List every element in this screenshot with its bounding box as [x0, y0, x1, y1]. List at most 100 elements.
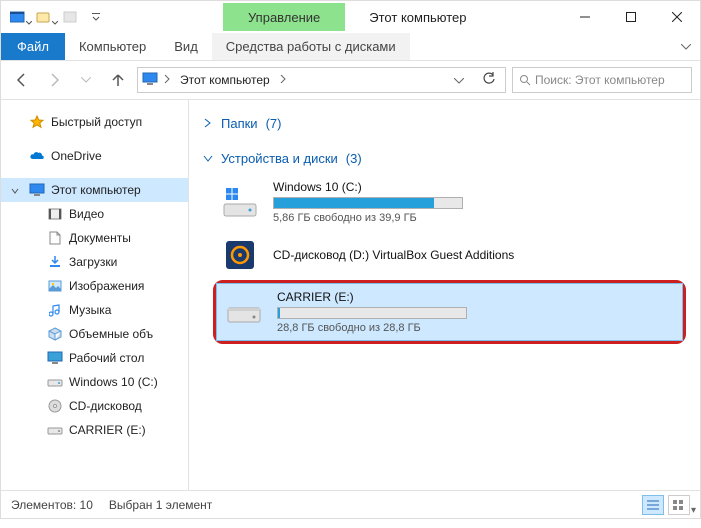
- chevron-down-icon: [52, 14, 58, 28]
- refresh-button[interactable]: [477, 72, 501, 89]
- monitor-icon: [29, 182, 45, 198]
- content-pane: Папки (7) Устройства и диски (3) Windows…: [189, 100, 700, 490]
- tab-disk-tools[interactable]: Средства работы с дисками: [212, 33, 410, 60]
- nav-drive-c[interactable]: Windows 10 (C:): [1, 370, 188, 394]
- tab-computer[interactable]: Компьютер: [65, 33, 160, 60]
- nav-downloads[interactable]: Загрузки: [1, 250, 188, 274]
- nav-onedrive[interactable]: OneDrive: [1, 144, 188, 168]
- nav-label: Этот компьютер: [51, 183, 141, 197]
- disc-icon: [47, 398, 63, 414]
- drive-name: Windows 10 (C:): [273, 180, 678, 194]
- qat-dropdown-icon[interactable]: [87, 8, 105, 26]
- drive-item-d[interactable]: CD-дисковод (D:) VirtualBox Guest Additi…: [213, 230, 686, 280]
- drive-icon: [47, 422, 63, 438]
- tab-view[interactable]: Вид: [160, 33, 212, 60]
- breadcrumb-this-pc[interactable]: Этот компьютер: [176, 71, 274, 89]
- drive-free-text: 28,8 ГБ свободно из 28,8 ГБ: [277, 322, 674, 334]
- new-folder-icon[interactable]: [35, 8, 53, 26]
- cube-icon: [47, 326, 63, 342]
- view-icons-button[interactable]: [668, 495, 690, 515]
- group-devices-label: Устройства и диски: [221, 151, 338, 166]
- forward-button[interactable]: [41, 67, 67, 93]
- navigation-pane: Быстрый доступ OneDrive Этот компьютер В…: [1, 100, 189, 490]
- chevron-down-icon: [26, 14, 32, 28]
- highlight-annotation: CARRIER (E:) 28,8 ГБ свободно из 28,8 ГБ: [213, 280, 686, 344]
- nav-label: Рабочий стол: [69, 351, 144, 365]
- drive-item-c[interactable]: Windows 10 (C:) 5,86 ГБ свободно из 39,9…: [213, 174, 686, 230]
- address-history-button[interactable]: [447, 73, 471, 87]
- window-title: Этот компьютер: [345, 10, 562, 25]
- drive-icon: [225, 293, 263, 331]
- drive-windows-icon: [221, 183, 259, 221]
- nav-label: Быстрый доступ: [51, 115, 142, 129]
- chevron-right-icon[interactable]: [164, 73, 170, 87]
- search-placeholder: Поиск: Этот компьютер: [535, 73, 665, 87]
- group-devices[interactable]: Устройства и диски (3): [203, 147, 686, 170]
- group-devices-count: (3): [346, 151, 362, 166]
- qat-disabled-icon: [61, 8, 79, 26]
- nav-label: Загрузки: [69, 255, 117, 269]
- download-icon: [47, 254, 63, 270]
- nav-this-pc[interactable]: Этот компьютер: [1, 178, 188, 202]
- view-toggle: [642, 495, 690, 515]
- chevron-right-icon[interactable]: [280, 73, 286, 87]
- nav-cd-drive[interactable]: CD-дисковод: [1, 394, 188, 418]
- address-bar[interactable]: Этот компьютер: [137, 67, 506, 93]
- status-bar: Элементов: 10 Выбран 1 элемент: [1, 490, 700, 518]
- recent-locations-button[interactable]: [73, 67, 99, 93]
- nav-label: CD-дисковод: [69, 399, 142, 413]
- document-icon: [47, 230, 63, 246]
- nav-pictures[interactable]: Изображения: [1, 274, 188, 298]
- view-details-button[interactable]: [642, 495, 664, 515]
- drive-name: CD-дисковод (D:) VirtualBox Guest Additi…: [273, 248, 678, 262]
- group-folders-label: Папки: [221, 116, 258, 131]
- nav-label: Изображения: [69, 279, 144, 293]
- drive-usage-bar: [273, 197, 463, 209]
- drive-item-e[interactable]: CARRIER (E:) 28,8 ГБ свободно из 28,8 ГБ: [216, 283, 683, 341]
- star-icon: [29, 114, 45, 130]
- maximize-button[interactable]: [608, 2, 654, 32]
- monitor-icon: [142, 72, 158, 89]
- group-folders[interactable]: Папки (7): [203, 112, 686, 135]
- nav-3d-objects[interactable]: Объемные объ: [1, 322, 188, 346]
- film-icon: [47, 206, 63, 222]
- nav-label: Объемные объ: [69, 327, 153, 341]
- close-button[interactable]: [654, 2, 700, 32]
- drive-usage-bar: [277, 307, 467, 319]
- drive-icon: [47, 374, 63, 390]
- minimize-button[interactable]: [562, 2, 608, 32]
- up-button[interactable]: [105, 67, 131, 93]
- drives-list: Windows 10 (C:) 5,86 ГБ свободно из 39,9…: [203, 174, 686, 344]
- drive-name: CARRIER (E:): [277, 290, 674, 304]
- picture-icon: [47, 278, 63, 294]
- properties-icon[interactable]: [9, 8, 27, 26]
- chevron-right-icon: [203, 116, 213, 131]
- nav-label: Windows 10 (C:): [69, 375, 158, 389]
- status-items: Элементов: 10: [11, 498, 93, 512]
- desktop-icon: [47, 350, 63, 366]
- search-input[interactable]: Поиск: Этот компьютер: [512, 67, 692, 93]
- nav-drive-e[interactable]: CARRIER (E:): [1, 418, 188, 442]
- nav-label: OneDrive: [51, 149, 102, 163]
- ribbon-tabs: Файл Компьютер Вид Средства работы с дис…: [1, 33, 700, 61]
- window-controls: [562, 2, 700, 32]
- drive-free-text: 5,86 ГБ свободно из 39,9 ГБ: [273, 212, 678, 224]
- ribbon-collapse-button[interactable]: [672, 33, 700, 60]
- chevron-down-icon[interactable]: [11, 184, 19, 198]
- nav-quick-access[interactable]: Быстрый доступ: [1, 110, 188, 134]
- nav-video[interactable]: Видео: [1, 202, 188, 226]
- nav-label: Видео: [69, 207, 104, 221]
- nav-music[interactable]: Музыка: [1, 298, 188, 322]
- nav-label: CARRIER (E:): [69, 423, 146, 437]
- back-button[interactable]: [9, 67, 35, 93]
- tab-file[interactable]: Файл: [1, 33, 65, 60]
- nav-label: Музыка: [69, 303, 111, 317]
- ribbon-context-label[interactable]: Управление: [223, 3, 345, 31]
- nav-desktop[interactable]: Рабочий стол: [1, 346, 188, 370]
- body: Быстрый доступ OneDrive Этот компьютер В…: [1, 100, 700, 490]
- status-selected: Выбран 1 элемент: [109, 498, 212, 512]
- group-folders-count: (7): [266, 116, 282, 131]
- navigation-bar: Этот компьютер Поиск: Этот компьютер: [1, 61, 700, 100]
- nav-label: Документы: [69, 231, 131, 245]
- nav-documents[interactable]: Документы: [1, 226, 188, 250]
